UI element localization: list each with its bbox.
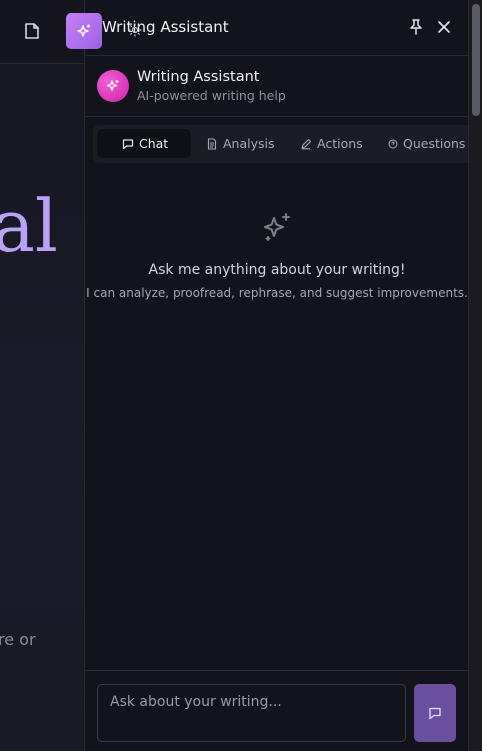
pencil-icon — [301, 138, 312, 149]
empty-state-title: Ask me anything about your writing! — [148, 262, 406, 278]
assistant-info: Writing Assistant AI-powered writing hel… — [85, 56, 469, 117]
empty-state-subtitle: I can analyze, proofread, rephrase, and … — [86, 286, 468, 300]
assistant-name: Writing Assistant — [137, 69, 260, 85]
assistant-subtitle: AI-powered writing help — [137, 88, 286, 103]
close-icon — [438, 21, 450, 33]
tab-label: Questions — [403, 136, 466, 151]
tab-chat[interactable]: Chat — [97, 129, 191, 158]
tab-questions[interactable]: Questions — [382, 129, 469, 158]
tab-analysis[interactable]: Analysis — [200, 129, 281, 158]
tab-label: Chat — [139, 136, 169, 151]
send-button[interactable] — [414, 684, 456, 742]
assistant-avatar — [97, 70, 129, 102]
assistant-tabs: Chat Analysis Actions Questions — [93, 125, 469, 163]
sparkle-icon — [106, 80, 119, 91]
composer — [85, 670, 469, 751]
tab-label: Actions — [317, 136, 363, 151]
background-editor: al re or — [0, 0, 84, 751]
chat-icon — [122, 138, 134, 149]
writing-assistant-panel: Writing Assistant Writing Assistant AI-p… — [84, 0, 469, 751]
settings-icon[interactable] — [127, 22, 143, 38]
assistant-launcher-button[interactable] — [66, 13, 102, 49]
sparkle-icon — [77, 24, 90, 37]
scrollbar-thumb[interactable] — [472, 4, 480, 116]
editor-text-fragment: re or — [0, 630, 36, 649]
panel-title: Writing Assistant — [102, 18, 229, 36]
question-icon — [388, 139, 398, 148]
message-input[interactable] — [97, 684, 406, 742]
chat-send-icon — [429, 707, 441, 720]
tab-actions[interactable]: Actions — [294, 129, 369, 158]
close-button[interactable] — [435, 17, 453, 37]
pin-icon — [410, 19, 422, 35]
document-icon — [207, 137, 217, 150]
empty-state: Ask me anything about your writing! I ca… — [85, 210, 469, 300]
document-icon[interactable] — [22, 21, 42, 41]
sparkles-icon — [264, 213, 290, 241]
tab-label: Analysis — [223, 136, 275, 151]
scrollbar[interactable] — [468, 0, 482, 751]
editor-heading-fragment: al — [0, 184, 58, 268]
pin-button[interactable] — [407, 17, 425, 37]
